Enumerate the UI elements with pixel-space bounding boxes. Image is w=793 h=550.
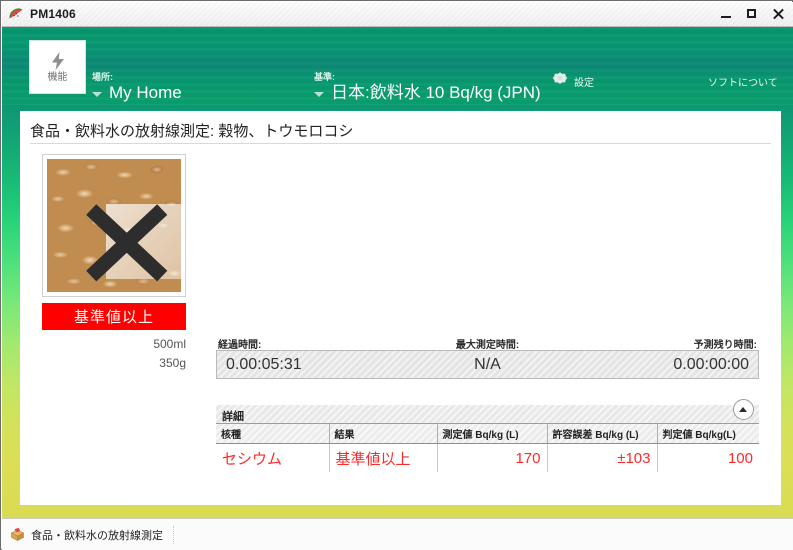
elapsed-time-label: 経過時間: [218,340,262,351]
close-window-button[interactable] [772,7,785,21]
title-divider [30,143,771,144]
table-header-row: 核種 結果 測定値 Bq/kg (L) 許容誤差 Bq/kg (L) 判定値 B… [216,424,759,444]
page-title: 食品・飲料水の放射線測定: 穀物、トウモロコシ [30,123,354,140]
status-bar-text: 食品・飲料水の放射線測定 [31,529,163,542]
lightning-bolt-icon [49,51,67,71]
timer-label-row: 経過時間: 最大測定時間: 予測残り時間: [216,336,759,351]
ribbon-header: 機能 場所: My Home 基準: 日本:飲料水 10 Bq/kg (JPN) [2,27,793,105]
cell-measured: 170 [437,443,548,472]
content-panel: 食品・飲料水の放射線測定: 穀物、トウモロコシ 基準値以上 500ml 350g… [20,111,781,505]
sample-weight: 350g [159,356,186,370]
window-controls [720,7,785,21]
watermelon-icon [8,6,24,22]
column-header-nuclide: 核種 [216,424,330,444]
window-title: PM1406 [30,7,76,21]
sample-photo [47,159,181,292]
standard-value: 日本:飲料水 10 Bq/kg (JPN) [331,83,541,102]
sample-volume: 500ml [153,337,186,351]
remaining-time-value: 0.00:00:00 [673,355,749,373]
verdict-badge: 基準値以上 [42,303,186,330]
timer-value-strip: 0.00:05:31 N/A 0.00:00:00 [216,350,759,379]
chevron-down-icon-location[interactable] [92,92,102,98]
status-bar: 食品・飲料水の放射線測定 [2,518,793,550]
max-time-value: N/A [474,355,501,373]
sample-image-frame [42,154,186,297]
location-selector[interactable]: 場所: My Home [92,70,182,103]
standard-label: 基準: [314,72,335,82]
x-cross-icon [86,204,168,282]
column-header-threshold: 判定値 Bq/kg(L) [657,424,759,444]
chevron-up-icon[interactable] [733,399,754,420]
cell-threshold: 100 [657,443,759,472]
cell-result: 基準値以上 [329,443,438,472]
settings-link[interactable]: 設定 [574,74,594,89]
location-value: My Home [109,83,182,102]
detail-panel-header: 詳細 [216,399,759,424]
chevron-down-icon-standard[interactable] [314,92,324,98]
table-row[interactable]: セシウム 基準値以上 170 ±103 100 [216,443,759,472]
cell-nuclide: セシウム [216,443,330,472]
title-bar: PM1406 [2,2,793,27]
max-time-label: 最大測定時間: [455,340,520,351]
detail-table: 核種 結果 測定値 Bq/kg (L) 許容誤差 Bq/kg (L) 判定値 B… [216,424,759,472]
remaining-time-label: 予測残り時間: [693,340,757,351]
detail-panel-label: 詳細 [222,411,244,423]
window-frame: PM1406 機能 場所: My Home 基準: 日本:飲料水 10 Bq/k… [0,0,793,550]
location-label: 場所: [92,72,113,82]
column-header-result: 結果 [329,424,438,444]
function-button[interactable]: 機能 [29,40,86,94]
cell-tolerance: ±103 [547,443,658,472]
column-header-tolerance: 許容誤差 Bq/kg (L) [547,424,658,444]
about-link[interactable]: ソフトについて [708,74,778,89]
gear-icon[interactable] [552,71,568,87]
minimize-button[interactable] [720,7,733,21]
column-header-measured: 測定値 Bq/kg (L) [437,424,548,444]
standard-selector[interactable]: 基準: 日本:飲料水 10 Bq/kg (JPN) [314,70,541,103]
food-box-icon [10,527,25,542]
status-bar-separator [173,525,175,544]
maximize-button[interactable] [746,7,759,21]
application-window: PM1406 機能 場所: My Home 基準: 日本:飲料水 10 Bq/k… [0,0,793,550]
function-button-label: 機能 [47,72,68,83]
elapsed-time-value: 0.00:05:31 [226,355,302,373]
